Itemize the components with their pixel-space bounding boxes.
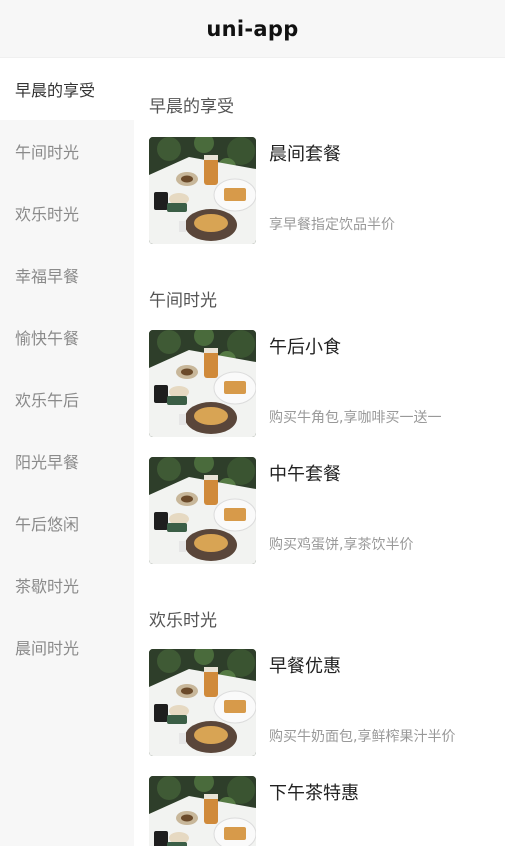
product-desc: 购买鸡蛋饼,享茶饮半价 (269, 537, 414, 553)
section-title: 午间时光 (149, 291, 217, 311)
sidebar-item-morning-enjoyment[interactable]: 早晨的享受 (0, 58, 134, 120)
breakfast-photo-icon (149, 649, 256, 756)
sidebar-item-morning-time[interactable]: 晨间时光 (0, 616, 134, 678)
product-name: 午后小食 (269, 337, 341, 358)
sidebar-item-sunny-breakfast[interactable]: 阳光早餐 (0, 430, 134, 492)
sidebar-item-happy-afternoon[interactable]: 欢乐午后 (0, 368, 134, 430)
product-card[interactable]: 早餐优惠 购买牛奶面包,享鲜榨果汁半价 (149, 649, 494, 757)
product-list[interactable]: 早晨的享受 晨间套餐 享早餐指定饮品半价 午间时光 午后小食 购买牛角包,享咖啡… (134, 58, 505, 846)
breakfast-photo-icon (149, 776, 256, 846)
product-desc: 购买牛角包,享咖啡买一送一 (269, 410, 442, 426)
product-name: 中午套餐 (269, 464, 341, 485)
breakfast-photo-icon (149, 330, 256, 437)
product-desc: 购买牛奶面包,享鲜榨果汁半价 (269, 729, 456, 745)
sidebar-item-afternoon-leisure[interactable]: 午后悠闲 (0, 492, 134, 554)
section-title: 早晨的享受 (149, 97, 234, 117)
section-title: 欢乐时光 (149, 611, 217, 631)
product-card[interactable]: 下午茶特惠 (149, 776, 494, 846)
product-card[interactable]: 午后小食 购买牛角包,享咖啡买一送一 (149, 330, 494, 438)
sidebar-item-happy-breakfast[interactable]: 幸福早餐 (0, 244, 134, 306)
product-desc: 享早餐指定饮品半价 (269, 217, 395, 233)
app-title: uni-app (206, 16, 299, 41)
nav-bar: uni-app (0, 0, 505, 58)
sidebar-item-pleasant-lunch[interactable]: 愉快午餐 (0, 306, 134, 368)
sidebar-item-noon-time[interactable]: 午间时光 (0, 120, 134, 182)
product-name: 早餐优惠 (269, 656, 341, 677)
breakfast-photo-icon (149, 137, 256, 244)
product-name: 下午茶特惠 (269, 783, 359, 804)
product-card[interactable]: 晨间套餐 享早餐指定饮品半价 (149, 137, 494, 245)
product-card[interactable]: 中午套餐 购买鸡蛋饼,享茶饮半价 (149, 457, 494, 565)
category-sidebar: 早晨的享受 午间时光 欢乐时光 幸福早餐 愉快午餐 欢乐午后 阳光早餐 午后悠闲… (0, 58, 134, 846)
product-name: 晨间套餐 (269, 144, 341, 165)
sidebar-item-tea-break[interactable]: 茶歇时光 (0, 554, 134, 616)
breakfast-photo-icon (149, 457, 256, 564)
sidebar-item-happy-time[interactable]: 欢乐时光 (0, 182, 134, 244)
